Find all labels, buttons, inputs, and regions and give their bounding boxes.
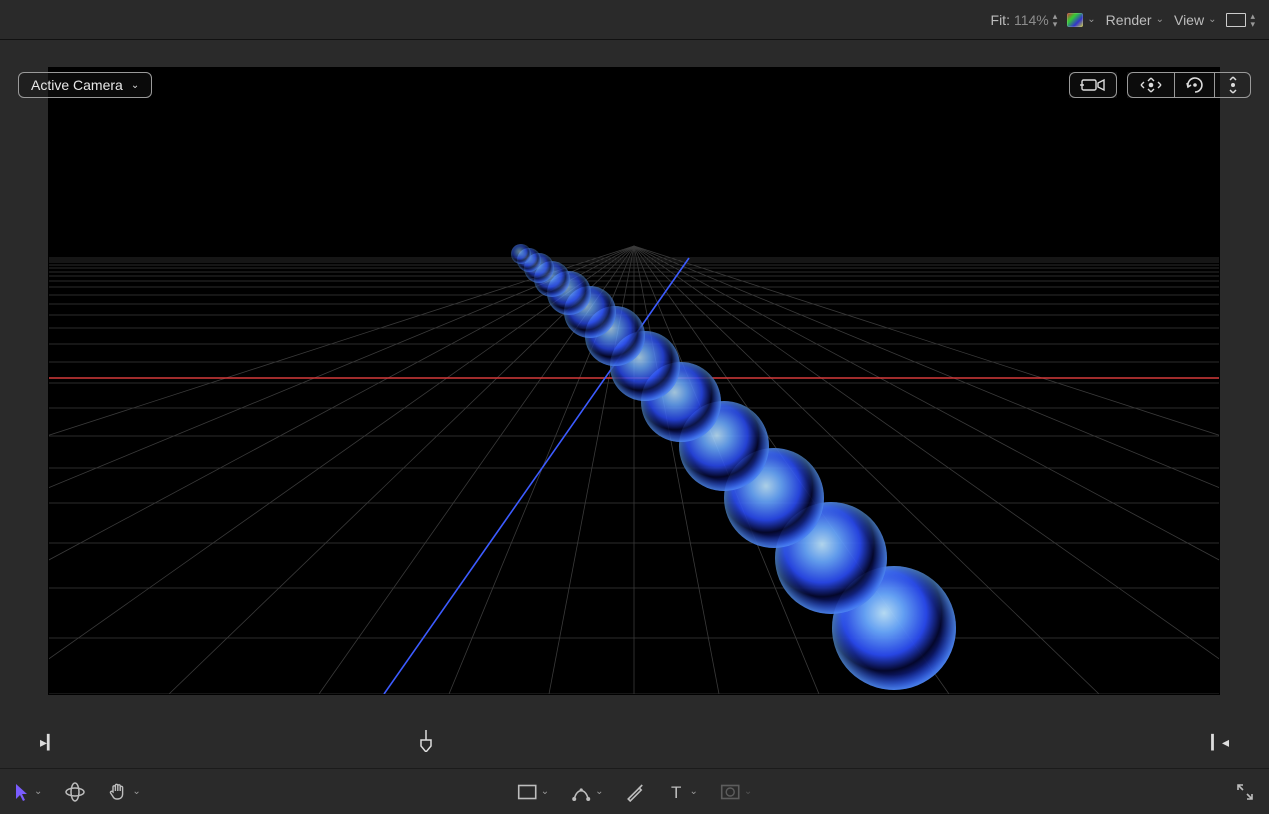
fit-label: Fit:	[991, 12, 1010, 28]
chevron-down-icon: ⌄	[131, 80, 139, 91]
camera-selector[interactable]: Active Camera ⌄	[18, 72, 152, 98]
fit-zoom-control[interactable]: Fit: 114% ▴▾	[991, 12, 1058, 28]
paint-stroke-tool[interactable]	[626, 782, 646, 802]
z-axis-line	[384, 258, 689, 694]
svg-text:T: T	[671, 783, 681, 801]
canvas-top-bar: Fit: 114% ▴▾ ⌄ Render ⌄ View ⌄ ▴▾	[0, 0, 1269, 40]
stepper-icon: ▴▾	[1053, 12, 1058, 28]
pen-tool[interactable]: ⌄	[571, 782, 603, 802]
canvas-3d-scene[interactable]	[49, 68, 1219, 694]
hand-pan-tool[interactable]: ⌄	[108, 782, 140, 802]
chevron-down-icon: ⌄	[1087, 14, 1095, 25]
expand-icon	[1235, 782, 1255, 802]
color-swatch-icon	[1067, 13, 1083, 27]
orbit-icon	[1138, 76, 1164, 94]
3d-transform-tool[interactable]	[64, 782, 86, 802]
stepper-icon: ▴▾	[1250, 12, 1255, 28]
view-label: View	[1174, 12, 1204, 28]
brush-icon	[626, 782, 646, 802]
canvas-bottom-toolbar: ⌄ ⌄ ⌄ ⌄ T	[0, 768, 1269, 814]
replicator-spheres	[511, 244, 956, 690]
mini-timeline[interactable]: ▸▎ ▎◂	[0, 730, 1269, 760]
frame-camera-button[interactable]	[1069, 72, 1117, 98]
aspect-menu[interactable]: ▴▾	[1226, 12, 1255, 28]
text-icon: T	[668, 783, 686, 801]
in-point-icon[interactable]: ▸▎	[40, 734, 58, 751]
pan-rotate-button[interactable]	[1175, 72, 1215, 98]
chevron-down-icon: ⌄	[132, 786, 140, 797]
mask-icon	[720, 784, 740, 800]
pen-bezier-icon	[571, 782, 591, 802]
out-point-icon[interactable]: ▎◂	[1211, 734, 1229, 751]
rectangle-icon	[517, 784, 537, 800]
camera-selector-label: Active Camera	[31, 77, 123, 93]
chevron-down-icon: ⌄	[34, 786, 42, 797]
color-profile-menu[interactable]: ⌄	[1067, 13, 1095, 27]
orbit-3d-icon	[64, 782, 86, 802]
shape-mask-tool[interactable]: ⌄	[517, 784, 549, 800]
orbit-button[interactable]	[1127, 72, 1175, 98]
hand-icon	[108, 782, 128, 802]
camera-icon	[1080, 77, 1106, 93]
player-fullscreen-button[interactable]	[1235, 782, 1255, 802]
playhead[interactable]	[420, 730, 432, 752]
chevron-down-icon: ⌄	[744, 786, 752, 797]
chevron-down-icon: ⌄	[595, 786, 603, 797]
chevron-down-icon: ⌄	[541, 786, 549, 797]
render-label: Render	[1106, 12, 1152, 28]
rotate-icon	[1184, 76, 1206, 94]
canvas-viewport[interactable]: Active Camera ⌄	[0, 40, 1269, 730]
chevron-down-icon: ⌄	[1208, 14, 1216, 25]
fit-value: 114%	[1014, 12, 1049, 28]
render-menu[interactable]: Render ⌄	[1106, 12, 1164, 28]
select-tool[interactable]: ⌄	[14, 782, 42, 802]
aspect-ratio-icon	[1226, 13, 1246, 27]
view-menu[interactable]: View ⌄	[1174, 12, 1216, 28]
camera-3d-tools	[1069, 72, 1251, 98]
arrow-cursor-icon	[14, 782, 30, 802]
text-tool[interactable]: T ⌄	[668, 783, 698, 801]
scene-render	[49, 68, 1219, 694]
chevron-down-icon: ⌄	[690, 786, 698, 797]
mask-tool-disabled: ⌄	[720, 784, 752, 800]
dolly-icon	[1225, 76, 1241, 94]
chevron-down-icon: ⌄	[1156, 14, 1164, 25]
dolly-button[interactable]	[1215, 72, 1251, 98]
